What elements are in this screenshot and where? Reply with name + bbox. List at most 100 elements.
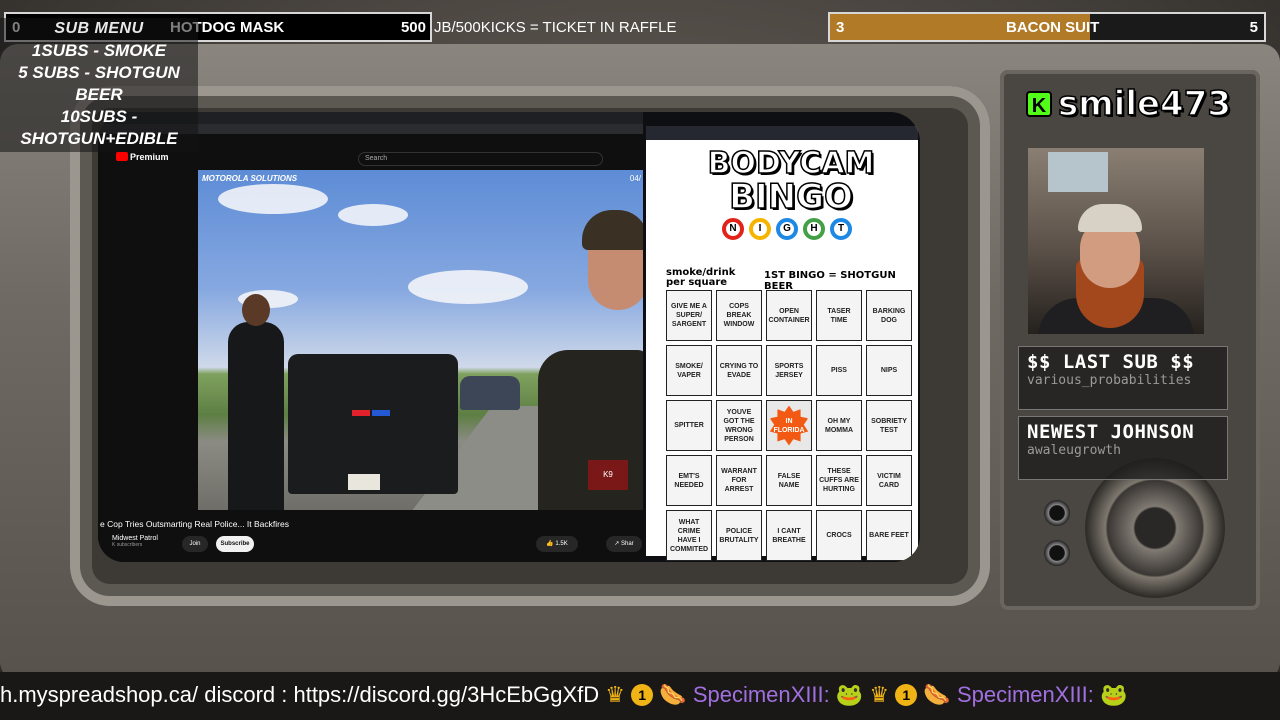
share-label: Shar: [621, 541, 634, 547]
bingo-cell: CROCS: [816, 510, 862, 561]
channel-name: Midwest Patrol: [112, 535, 158, 542]
chat-username: SpecimenXIII:: [692, 682, 830, 707]
cloud: [338, 204, 408, 226]
youtube-play-icon: [116, 152, 128, 161]
last-sub-panel: $$ LAST SUB $$ various_probabilities: [1018, 346, 1228, 410]
cloud: [218, 184, 328, 214]
bingo-window-toolbar[interactable]: [646, 126, 918, 140]
video-date-stamp: 04/: [629, 174, 641, 183]
night-balls: NIGHT: [722, 218, 852, 240]
officer-cap: [582, 210, 643, 250]
channel-subscribers: K subscribers: [112, 542, 143, 548]
night-ball: T: [830, 218, 852, 240]
share-button[interactable]: ↗ Shar: [606, 536, 642, 552]
k9-patch: K9: [588, 460, 628, 490]
bingo-cell: THESE CUFFS ARE HURTING: [816, 455, 862, 506]
sub-menu-item: 1SUBS - SMOKE: [31, 41, 167, 60]
bingo-cell: VICTIM CARD: [866, 455, 912, 506]
newest-heading: NEWEST JOHNSON: [1027, 421, 1195, 443]
night-ball: H: [803, 218, 825, 240]
cloud: [408, 270, 528, 304]
tv-knob-small: [1044, 500, 1070, 526]
bingo-cell: SPORTS JERSEY: [766, 345, 812, 396]
hotdog-icon: 🌭: [923, 682, 951, 707]
subscribe-button[interactable]: Subscribe: [216, 536, 254, 552]
bingo-cell: POLICE BRUTALITY: [716, 510, 762, 561]
sub-badge-icon: 1: [895, 684, 918, 706]
chat-username: SpecimenXIII:: [956, 682, 1094, 707]
tv-screen: Premium Search K9 MOTOROLA SOLUTIONS 04/…: [98, 112, 920, 562]
hotdog-icon: 🌭: [659, 682, 687, 707]
browser-window: Premium Search K9 MOTOROLA SOLUTIONS 04/…: [98, 112, 643, 562]
bingo-cell: EMT'S NEEDED: [666, 455, 712, 506]
bingo-cell: OPEN CONTAINER: [766, 290, 812, 341]
bingo-cell: OH MY MOMMA: [816, 400, 862, 451]
channel-info[interactable]: Midwest Patrol K subscribers: [112, 535, 158, 548]
tv-knob-small: [1044, 540, 1070, 566]
video-player[interactable]: K9 MOTOROLA SOLUTIONS 04/: [198, 170, 643, 510]
bingo-cell: BARKING DOG: [866, 290, 912, 341]
bingo-card-window: BODYCAM BINGO NIGHT smoke/drink per squar…: [646, 126, 918, 561]
free-space-star: IN FLORIDA: [769, 405, 809, 446]
bottom-ticker: h.myspreadshop.ca/ discord : https://dis…: [0, 672, 1280, 720]
goal-target: 500: [400, 19, 426, 36]
bingo-title-line1: BODYCAM: [707, 146, 875, 181]
join-button[interactable]: Join: [182, 536, 208, 552]
man-on-phone: [228, 294, 284, 510]
sub-menu-heading: SUB MENU: [54, 20, 144, 37]
bingo-cell: SOBRIETY TEST: [866, 400, 912, 451]
bingo-cell: TASER TIME: [816, 290, 862, 341]
bingo-cell: WARRANT FOR ARREST: [716, 455, 762, 506]
streamer-name-text: smile473: [1057, 83, 1232, 125]
sub-badge-icon: 1: [631, 684, 654, 706]
stream-overlay: Premium Search K9 MOTOROLA SOLUTIONS 04/…: [0, 0, 1280, 720]
raffle-ticker: JB/500KICKS = TICKET IN RAFFLE: [434, 19, 677, 36]
sub-menu-item: 5 SUBS - SHOTGUN BEER: [18, 63, 180, 104]
bingo-cell: YOUVE GOT THE WRONG PERSON: [716, 400, 762, 451]
sub-menu-item: 10SUBS - SHOTGUN+EDIBLE: [20, 107, 178, 148]
youtube-search-input[interactable]: Search: [358, 152, 603, 166]
crown-icon: ♛: [869, 682, 890, 707]
last-sub-value: various_probabilities: [1027, 373, 1192, 388]
bingo-cell: FALSE NAME: [766, 455, 812, 506]
bingo-cell: CRYING TO EVADE: [716, 345, 762, 396]
like-button[interactable]: 👍 1.5K: [536, 536, 578, 552]
bingo-cell: SMOKE/ VAPER: [666, 345, 712, 396]
bingo-per-square-text: smoke/drink per square: [666, 267, 736, 288]
night-ball: G: [776, 218, 798, 240]
video-title: e Cop Tries Outsmarting Real Police... I…: [100, 519, 289, 529]
like-count: 1.5K: [555, 541, 568, 547]
police-light-blue: [372, 410, 390, 416]
bingo-rule: 1ST BINGO = SHOTGUN BEER: [764, 270, 896, 292]
man-head: [242, 294, 270, 326]
bingo-cell: COPS BREAK WINDOW: [716, 290, 762, 341]
newest-panel: NEWEST JOHNSON awaleugrowth: [1018, 416, 1228, 480]
bingo-per-square: smoke/drink per square: [666, 268, 735, 288]
youtube-logo[interactable]: Premium: [116, 152, 169, 162]
frog-emote-icon: 🐸: [1100, 682, 1128, 707]
passing-car: [460, 376, 520, 410]
streamer-name: smile473: [1022, 83, 1232, 125]
frog-emote-icon: 🐸: [835, 682, 864, 707]
bingo-cell: BARE FEET: [866, 510, 912, 561]
ticker-content: h.myspreadshop.ca/ discord : https://dis…: [0, 682, 1127, 708]
bingo-cell: NIPS: [866, 345, 912, 396]
video-brand-watermark: MOTOROLA SOLUTIONS: [202, 174, 298, 183]
license-plate: [348, 474, 380, 490]
night-ball: I: [749, 218, 771, 240]
youtube-logo-label: Premium: [130, 152, 169, 162]
bingo-cell: IN FLORIDA: [766, 400, 812, 451]
goal-target: 5: [1249, 19, 1258, 36]
ticker-links: h.myspreadshop.ca/ discord : https://dis…: [0, 682, 606, 707]
webcam-background: [1048, 152, 1108, 192]
bingo-cell: PISS: [816, 345, 862, 396]
police-suv: [288, 354, 458, 494]
crown-icon: ♛: [605, 682, 626, 707]
bingo-grid: GIVE ME A SUPER/ SARGENT COPS BREAK WINDO…: [666, 290, 917, 561]
bingo-title: BODYCAM BINGO: [676, 146, 906, 260]
last-sub-heading: $$ LAST SUB $$: [1027, 351, 1195, 373]
bingo-cell: I CANT BREATHE: [766, 510, 812, 561]
bacon-suit-goal-bar: 3 BACON SUIT 5: [828, 12, 1266, 42]
bingo-cell: GIVE ME A SUPER/ SARGENT: [666, 290, 712, 341]
night-ball: N: [722, 218, 744, 240]
